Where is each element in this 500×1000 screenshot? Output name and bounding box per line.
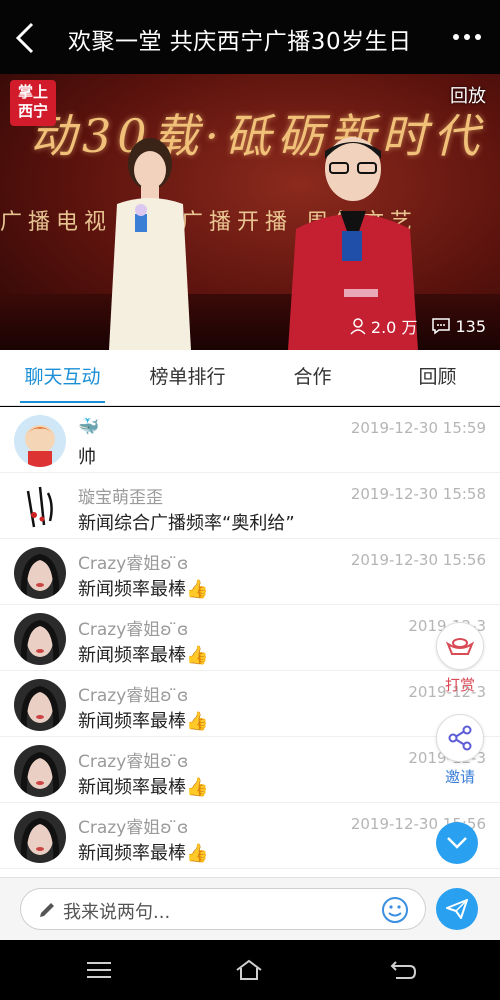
invite-circle[interactable] bbox=[436, 714, 484, 762]
tab-cooperation[interactable]: 合作 bbox=[250, 350, 375, 405]
chat-message: Crazy睿姐ʚ ̈ɞ 2019-12-30 15:56 新闻频率最棒👍 bbox=[0, 803, 500, 869]
message-text: 新闻频率最棒👍 bbox=[78, 843, 209, 864]
tab-ranking[interactable]: 榜单排行 bbox=[125, 350, 250, 405]
username: 🐳 bbox=[78, 417, 100, 437]
message-text: 帅 bbox=[78, 447, 96, 468]
home-icon[interactable] bbox=[234, 958, 264, 982]
timestamp: 2019-12-30 15:58 bbox=[350, 485, 486, 503]
back-icon[interactable] bbox=[388, 958, 418, 982]
chevron-down-icon bbox=[447, 837, 467, 849]
chat-message: 璇宝萌歪歪 2019-12-30 15:58 新闻综合广播频率“奥利给” bbox=[0, 473, 500, 539]
page-title: 欢聚一堂 共庆西宁广播30岁生日 bbox=[68, 29, 412, 55]
tab-review[interactable]: 回顾 bbox=[375, 350, 500, 405]
message-text: 新闻频率最棒👍 bbox=[78, 579, 209, 600]
message-text: 新闻频率最棒👍 bbox=[78, 711, 209, 732]
avatar[interactable] bbox=[14, 481, 66, 533]
comment-input-bar: 我来说两句... bbox=[0, 877, 500, 940]
chat-message: Crazy睿姐ʚ ̈ɞ 2019-12-3 新闻频率最棒👍 bbox=[0, 671, 500, 737]
chat-message: 🐳 2019-12-30 15:59 帅 bbox=[0, 407, 500, 473]
more-options-icon[interactable] bbox=[452, 25, 482, 49]
comment-input[interactable]: 我来说两句... bbox=[20, 888, 426, 930]
message-text: 新闻综合广播频率“奥利给” bbox=[78, 513, 295, 534]
send-button[interactable] bbox=[436, 888, 478, 930]
video-stats: 2.0 万 135 bbox=[349, 314, 486, 338]
system-nav-bar bbox=[0, 940, 500, 1000]
gold-ingot-icon bbox=[446, 638, 474, 655]
female-host-figure bbox=[109, 138, 191, 350]
username: Crazy睿姐ʚ ̈ɞ bbox=[78, 686, 189, 706]
viewer-count-text: 2.0 万 bbox=[370, 318, 418, 337]
comment-count: 135 bbox=[431, 317, 486, 336]
share-icon bbox=[448, 725, 472, 751]
username: Crazy睿姐ʚ ̈ɞ bbox=[78, 752, 189, 772]
menu-icon[interactable] bbox=[84, 958, 114, 982]
scroll-down-button[interactable] bbox=[436, 822, 478, 864]
pencil-icon bbox=[40, 903, 54, 917]
avatar[interactable] bbox=[14, 415, 66, 467]
emoji-icon[interactable] bbox=[381, 896, 409, 924]
reward-label: 打赏 bbox=[444, 676, 475, 694]
invite-label: 邀请 bbox=[444, 768, 475, 786]
timestamp: 2019-12-30 15:56 bbox=[350, 551, 486, 569]
app-logo-text: 掌上西宁 bbox=[17, 83, 48, 120]
comment-input-placeholder: 我来说两句... bbox=[63, 902, 171, 923]
message-text: 新闻频率最棒👍 bbox=[78, 645, 209, 666]
send-icon bbox=[446, 899, 468, 919]
timestamp: 2019-12-30 15:59 bbox=[350, 419, 486, 437]
avatar[interactable] bbox=[14, 745, 66, 797]
message-text: 新闻频率最棒👍 bbox=[78, 777, 209, 798]
chat-message: Crazy睿姐ʚ ̈ɞ 2019-12-30 15:56 新闻频率最棒👍 bbox=[0, 539, 500, 605]
username: Crazy睿姐ʚ ̈ɞ bbox=[78, 554, 189, 574]
chat-list[interactable]: 🐳 2019-12-30 15:59 帅 璇宝萌歪歪 2019-12-30 15… bbox=[0, 407, 500, 877]
tab-chat[interactable]: 聊天互动 bbox=[0, 350, 125, 405]
chat-message: Crazy睿姐ʚ ̈ɞ 2019-12-3 新闻频率最棒👍 bbox=[0, 605, 500, 671]
avatar[interactable] bbox=[14, 547, 66, 599]
chat-message: Crazy睿姐ʚ ̈ɞ 2019-12-3 新闻频率最棒👍 bbox=[0, 737, 500, 803]
reward-circle[interactable] bbox=[436, 622, 484, 670]
username: Crazy睿姐ʚ ̈ɞ bbox=[78, 818, 189, 838]
viewer-icon bbox=[350, 318, 366, 335]
viewer-count: 2.0 万 bbox=[349, 314, 418, 338]
tab-bar: 聊天互动 榜单排行 合作 回顾 bbox=[0, 350, 500, 406]
comment-count-text: 135 bbox=[455, 316, 486, 336]
comment-icon bbox=[432, 318, 451, 335]
username: Crazy睿姐ʚ ̈ɞ bbox=[78, 620, 189, 640]
app-logo: 掌上西宁 bbox=[10, 80, 56, 126]
reward-button[interactable]: 打赏 bbox=[434, 622, 486, 702]
username: 璇宝萌歪歪 bbox=[78, 488, 163, 508]
avatar[interactable] bbox=[14, 811, 66, 863]
replay-badge: 回放 bbox=[450, 86, 486, 107]
back-arrow-icon[interactable] bbox=[12, 20, 42, 56]
top-bar: 欢聚一堂 共庆西宁广播30岁生日 bbox=[0, 0, 500, 74]
video-player[interactable]: 动30载·砥砺新时代 广播电视 纪念广播开播 周年文艺 掌上西宁 回放 2.0 … bbox=[0, 74, 500, 350]
avatar[interactable] bbox=[14, 679, 66, 731]
avatar[interactable] bbox=[14, 613, 66, 665]
invite-button[interactable]: 邀请 bbox=[434, 714, 486, 794]
